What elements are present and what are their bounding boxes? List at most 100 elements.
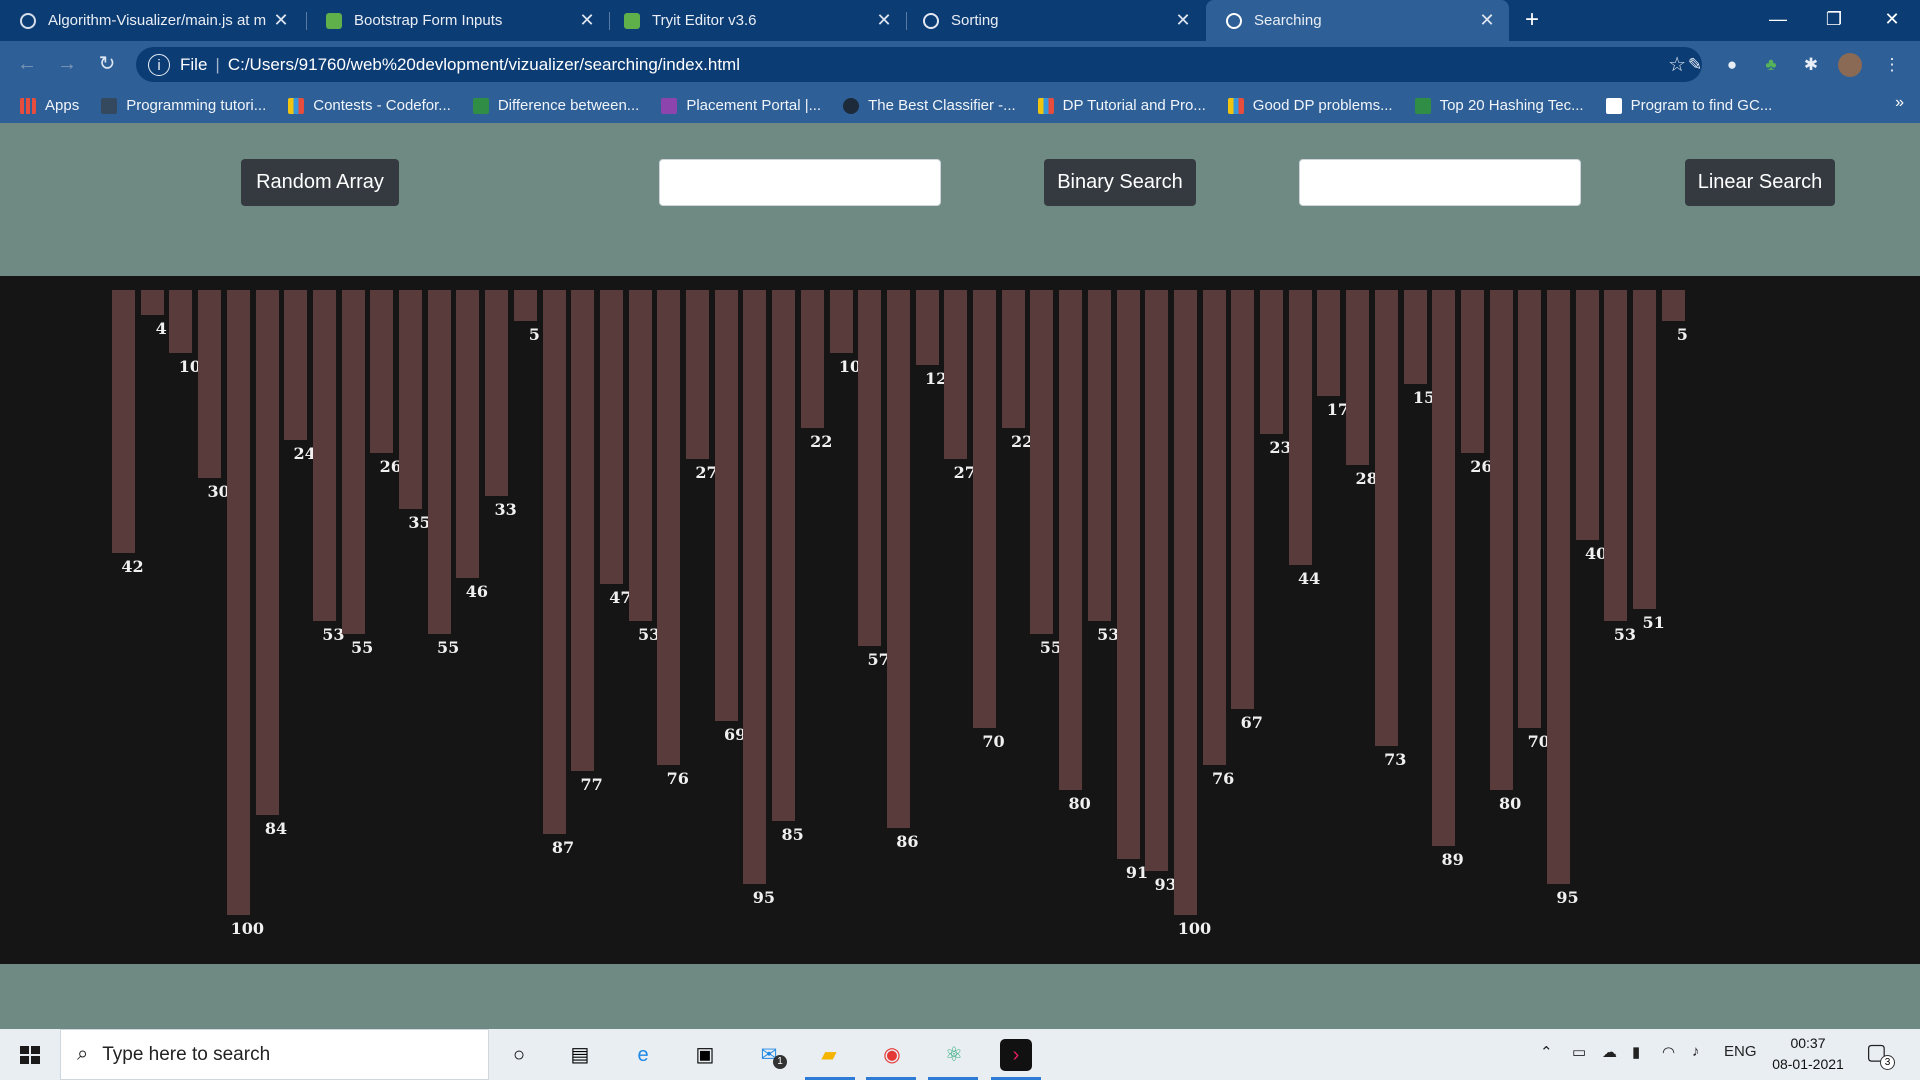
battery-icon[interactable]: ▮ — [1632, 1043, 1640, 1061]
system-clock[interactable]: 00:37 08-01-2021 — [1766, 1033, 1850, 1075]
close-icon[interactable]: ✕ — [267, 10, 295, 31]
array-bar — [714, 290, 738, 722]
bookmark-label: Good DP problems... — [1252, 97, 1393, 114]
bookmark-icon — [101, 97, 118, 114]
array-bar — [1173, 290, 1197, 915]
tab-bootstrap-form-inputs[interactable]: Bootstrap Form Inputs ✕ — [306, 0, 609, 41]
close-icon[interactable]: ✕ — [870, 10, 898, 31]
bar-value-label: 84 — [264, 819, 288, 838]
bookmark-difference-between[interactable]: Difference between... — [472, 97, 639, 114]
puzzle-extensions-icon[interactable]: ✱ — [1799, 53, 1823, 77]
bookmark-apps[interactable]: Apps — [20, 97, 79, 114]
chrome-icon[interactable]: ◉ — [876, 1039, 908, 1071]
show-hidden-icons-chevron-icon[interactable]: ⌃ — [1540, 1043, 1553, 1061]
array-bar — [1202, 290, 1226, 765]
restore-icon[interactable]: ❐ — [1806, 0, 1862, 41]
pen-extension-icon[interactable]: ✎ — [1683, 53, 1707, 77]
close-window-icon[interactable]: ✕ — [1864, 0, 1920, 41]
language-indicator[interactable]: ENG — [1724, 1043, 1757, 1060]
bookmark-program-find-gcd[interactable]: Program to find GC... — [1605, 97, 1772, 114]
profile-avatar[interactable] — [1838, 53, 1862, 77]
edge-browser-icon[interactable]: e — [627, 1039, 659, 1071]
windows-taskbar: ⌕ Type here to search ○ ▤ e ▣ ✉ 1 ▰ ◉ ⚛ … — [0, 1029, 1920, 1080]
more-bookmarks-chevron-icon[interactable]: » — [1895, 94, 1904, 112]
bar-value-label: 80 — [1068, 794, 1091, 813]
bookmark-programming-tutorials[interactable]: Programming tutori... — [101, 97, 266, 114]
wifi-icon[interactable]: ◠ — [1662, 1043, 1675, 1061]
back-arrow-icon[interactable]: ← — [12, 49, 42, 79]
tab-searching[interactable]: Searching ✕ — [1206, 0, 1509, 41]
array-bar — [1460, 290, 1484, 453]
reload-icon[interactable]: ↻ — [92, 49, 122, 79]
bar-value-label: 5 — [1676, 325, 1688, 345]
array-bar — [485, 290, 509, 497]
clock-time: 00:37 — [1790, 1035, 1826, 1051]
new-tab-plus-icon[interactable]: + — [1517, 6, 1547, 36]
array-bar — [599, 290, 623, 584]
linear-search-input[interactable] — [1299, 159, 1581, 206]
array-bar — [140, 290, 164, 315]
array-bar — [284, 290, 308, 440]
list-icon — [661, 97, 678, 114]
apps-grid-icon — [20, 97, 36, 114]
file-explorer-icon[interactable]: ▰ — [813, 1039, 845, 1071]
cortana-circle-icon[interactable]: ○ — [503, 1039, 535, 1071]
array-bar — [628, 290, 652, 622]
bar-value-label: 95 — [752, 887, 776, 907]
taskbar-search-box[interactable]: ⌕ Type here to search — [60, 1029, 489, 1080]
forward-arrow-icon[interactable]: → — [52, 49, 82, 79]
atom-editor-icon[interactable]: ⚛ — [938, 1039, 970, 1071]
array-bar — [1231, 290, 1255, 709]
minimize-icon[interactable]: — — [1750, 0, 1806, 41]
array-bar — [1346, 290, 1370, 465]
tab-strip: Algorithm-Visualizer/main.js at m ✕ Boot… — [0, 0, 1920, 41]
volume-icon[interactable]: ♪ — [1692, 1043, 1700, 1060]
meet-now-icon[interactable]: ▭ — [1572, 1043, 1586, 1061]
bar-value-label: 73 — [1384, 750, 1407, 770]
windows-start-icon[interactable] — [0, 1029, 60, 1080]
binary-search-button[interactable]: Binary Search — [1044, 159, 1196, 206]
array-bar — [1403, 290, 1427, 384]
array-bar — [1518, 290, 1542, 728]
onedrive-cloud-icon[interactable]: ☁ — [1602, 1043, 1617, 1061]
tree-extension-icon[interactable]: ♣ — [1759, 53, 1783, 77]
bar-value-label: 89 — [1441, 850, 1464, 870]
store-bag-icon[interactable]: ▣ — [689, 1039, 721, 1071]
linear-search-button[interactable]: Linear Search — [1685, 159, 1835, 206]
info-icon[interactable]: i — [148, 53, 170, 76]
extension-icon[interactable]: ● — [1720, 53, 1744, 77]
tab-title: Searching — [1254, 12, 1322, 29]
array-bar — [1432, 290, 1456, 847]
array-bar — [829, 290, 853, 353]
globe-icon — [1226, 12, 1242, 29]
address-separator: | — [215, 54, 220, 74]
close-icon[interactable]: ✕ — [1473, 10, 1501, 31]
geeksforgeeks-icon — [1605, 97, 1622, 114]
menu-kebab-icon[interactable]: ⋮ — [1880, 53, 1904, 77]
bar-value-label: 85 — [781, 825, 804, 845]
binary-search-input[interactable] — [659, 159, 941, 206]
bookmark-good-dp-problems[interactable]: Good DP problems... — [1227, 97, 1393, 114]
bar-value-label: 77 — [580, 775, 603, 795]
close-icon[interactable]: ✕ — [1169, 10, 1197, 31]
bookmark-codeforces-contests[interactable]: Contests - Codefor... — [288, 97, 451, 114]
array-bar — [399, 290, 422, 509]
close-icon[interactable]: ✕ — [573, 10, 601, 31]
terminal-icon[interactable]: › — [1000, 1039, 1032, 1071]
bookmark-placement-portal[interactable]: Placement Portal |... — [661, 97, 821, 114]
bookmark-label: DP Tutorial and Pro... — [1062, 97, 1206, 114]
address-bar[interactable]: i File | C:/Users/91760/web%20devlopment… — [136, 47, 1702, 82]
random-array-button[interactable]: Random Array — [241, 159, 399, 206]
array-bar — [1489, 290, 1513, 790]
bookmark-best-classifier[interactable]: The Best Classifier -... — [843, 97, 1016, 114]
task-view-icon[interactable]: ▤ — [564, 1039, 596, 1071]
array-bar — [542, 290, 566, 834]
bookmark-dp-tutorial[interactable]: DP Tutorial and Pro... — [1037, 97, 1206, 114]
tab-sorting[interactable]: Sorting ✕ — [903, 0, 1205, 41]
array-bar — [657, 290, 681, 765]
bookmark-hashing-techniques[interactable]: Top 20 Hashing Tec... — [1414, 97, 1584, 114]
tab-title: Bootstrap Form Inputs — [354, 12, 503, 29]
tab-tryit-editor[interactable]: Tryit Editor v3.6 ✕ — [604, 0, 906, 41]
bar-value-label: 46 — [465, 581, 489, 601]
tab-algorithm-visualizer[interactable]: Algorithm-Visualizer/main.js at m ✕ — [0, 0, 303, 41]
